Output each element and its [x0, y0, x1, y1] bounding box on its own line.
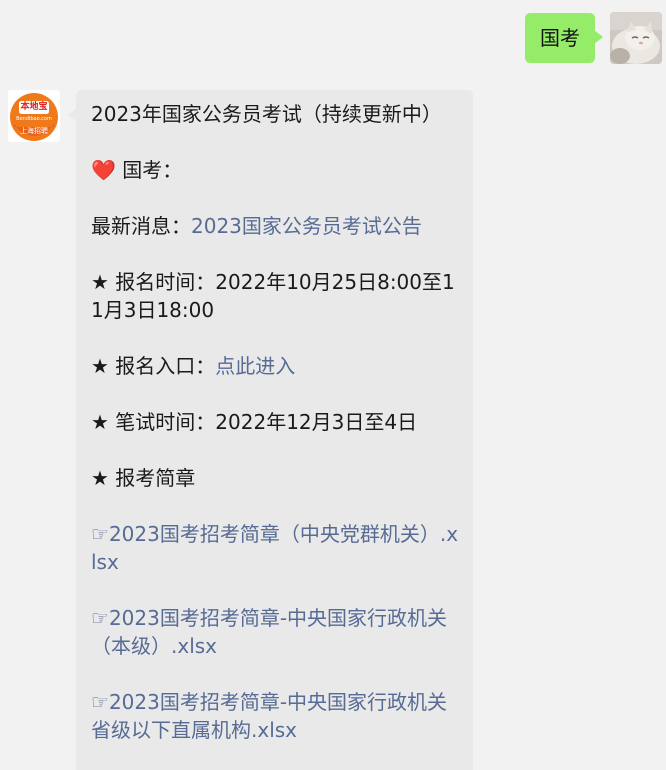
user-avatar[interactable]: [610, 12, 662, 64]
announcement-link[interactable]: 2023国家公务员考试公告: [191, 214, 422, 238]
registration-entry-line: ★ 报名入口：点此进入: [91, 352, 461, 380]
star-icon: ★: [91, 354, 109, 378]
sender-avatar[interactable]: 本地宝 Bendibao.com 上海招聘: [8, 90, 60, 142]
outgoing-message-bubble[interactable]: 国考: [525, 13, 603, 63]
brochure-label: 报考简章: [108, 466, 196, 490]
latest-news-line: 最新消息：2023国家公务员考试公告: [91, 212, 461, 240]
file-link-central-party-organs[interactable]: 2023国考招考简章（中央党群机关）.xlsx: [91, 522, 458, 574]
section-label: 国考：: [122, 158, 183, 182]
chat-window: 国考 本地宝 Bendibao.com 上海招聘 2023年国家公务员考试（持续…: [0, 0, 666, 770]
heart-icon: ❤️: [91, 158, 116, 182]
latest-news-label: 最新消息：: [91, 214, 191, 238]
registration-time-label: 报名时间：: [108, 270, 216, 294]
star-icon: ★: [91, 410, 109, 434]
message-title: 2023年国家公务员考试（持续更新中）: [91, 102, 442, 126]
file-link-central-admin-organs[interactable]: 2023国考招考简章-中央国家行政机关（本级）.xlsx: [91, 606, 447, 658]
pointing-hand-icon: ☞: [91, 606, 109, 630]
registration-entry-link[interactable]: 点此进入: [215, 354, 295, 378]
file-link-item: ☞2023国考招考简章（中央党群机关）.xlsx: [91, 520, 461, 576]
exam-time-label: 笔试时间：: [108, 410, 216, 434]
file-link-item: ☞2023国考招考简章-中央国家行政机关（本级）.xlsx: [91, 604, 461, 660]
incoming-message-bubble: 2023年国家公务员考试（持续更新中） ❤️ 国考： 最新消息：2023国家公务…: [68, 90, 473, 770]
pointing-hand-icon: ☞: [91, 522, 109, 546]
outgoing-message-text: 国考: [540, 26, 580, 50]
section-header: ❤️ 国考：: [91, 156, 461, 184]
cat-photo-icon: [610, 12, 662, 64]
pointing-hand-icon: ☞: [91, 690, 109, 714]
exam-time-value: 2022年12月3日至4日: [215, 410, 418, 434]
file-link-provincial-subordinate-organs[interactable]: 2023国考招考简章-中央国家行政机关省级以下直属机构.xlsx: [91, 690, 447, 742]
exam-time-line: ★ 笔试时间：2022年12月3日至4日: [91, 408, 461, 436]
star-icon: ★: [91, 270, 109, 294]
registration-entry-label: 报名入口：: [108, 354, 216, 378]
logo-name-text: 本地宝: [20, 102, 48, 112]
logo-domain-text: Bendibao.com: [16, 116, 52, 122]
brochure-header-line: ★ 报考简章: [91, 464, 461, 492]
star-icon: ★: [91, 466, 109, 490]
registration-time-line: ★ 报名时间：2022年10月25日8:00至11月3日18:00: [91, 268, 461, 324]
logo-city-label: 上海招聘: [20, 127, 48, 135]
file-link-item: ☞2023国考招考简章-中央国家行政机关省级以下直属机构.xlsx: [91, 688, 461, 744]
outgoing-message-row: 国考: [525, 12, 662, 64]
